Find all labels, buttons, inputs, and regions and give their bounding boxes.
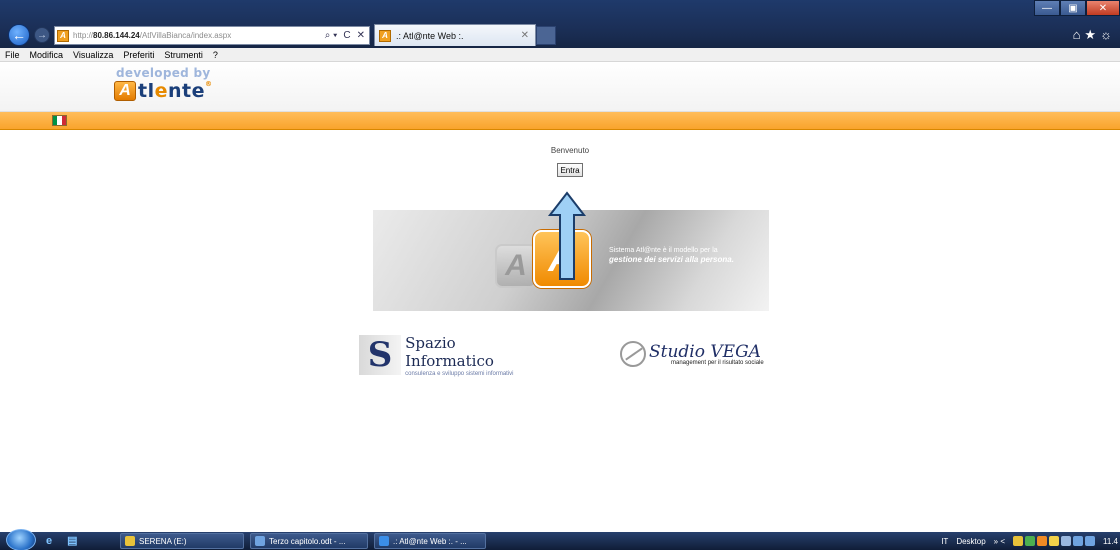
spazio-name: Spazio Informatico [405, 333, 494, 370]
address-bar[interactable]: A http://80.86.144.24/AtlVillaBianca/ind… [54, 26, 370, 45]
system-tray: IT Desktop » < 11.4 [941, 532, 1120, 550]
url-prefix: http:// [73, 31, 94, 40]
document-icon [255, 536, 265, 546]
tab-favicon-icon: A [379, 29, 391, 42]
enter-button[interactable]: Entra [557, 163, 583, 177]
spazio-informatico-logo[interactable]: S Spazio Informatico consulenza e svilup… [359, 333, 537, 377]
new-tab-button[interactable] [536, 26, 556, 45]
main-content: Benvenuto Entra A A Sistema Atl@nte è il… [0, 131, 1120, 532]
italian-flag-icon[interactable] [52, 115, 67, 126]
studio-vega-logo[interactable]: Studio VEGA management per il risultato … [620, 339, 786, 369]
search-dropdown-icon[interactable]: ⌕ ▾ [325, 30, 338, 41]
developed-by-text: developed by [116, 66, 211, 80]
start-button[interactable] [6, 529, 36, 550]
banner-caption: Sistema Atl@nte è il modello per la gest… [609, 246, 769, 265]
atlante-logo: A tlente® [114, 80, 213, 102]
forward-button[interactable]: → [34, 27, 50, 43]
clock: 11.4 [1103, 536, 1118, 546]
close-window-button[interactable]: ✕ [1086, 0, 1120, 16]
banner-line1: Sistema Atl@nte è il modello per la [609, 247, 718, 254]
banner-logo-back-icon: A [495, 244, 537, 288]
vega-tagline: management per il risultato sociale [671, 360, 764, 366]
taskbar-item-terzo-capitolo[interactable]: Terzo capitolo.odt - ... [250, 533, 368, 549]
quick-launch-icons[interactable]: e ▤ [46, 534, 84, 547]
tab-title: .: Atl@nte Web :. [396, 30, 464, 41]
menu-file[interactable]: File [0, 50, 25, 60]
tab-atlante-web[interactable]: A .: Atl@nte Web :. ✕ [374, 24, 536, 46]
welcome-text: Benvenuto [550, 146, 590, 155]
banner-line2: gestione dei servizi alla persona. [609, 255, 734, 264]
spazio-s-icon: S [359, 335, 402, 375]
url-host: 80.86.144.24 [93, 31, 140, 40]
home-favorites-tools-icons[interactable]: ⌂★☼ [1073, 27, 1116, 43]
taskbar-item-atlante-web[interactable]: .: Atl@nte Web :. - ... [374, 533, 486, 549]
refresh-icon[interactable]: C [343, 30, 350, 41]
stop-icon[interactable]: ✕ [357, 30, 365, 41]
maximize-button[interactable]: ▣ [1060, 0, 1086, 16]
taskbar-item-serena[interactable]: SERENA (E:) [120, 533, 244, 549]
language-bar [0, 112, 1120, 130]
url-path: /AtlVillaBianca/index.aspx [139, 31, 232, 40]
menu-help[interactable]: ? [208, 50, 223, 60]
tray-icons[interactable] [1013, 536, 1096, 546]
spazio-tagline: consulenza e sviluppo sistemi informativ… [405, 370, 514, 377]
tray-chevrons[interactable]: » < [994, 537, 1005, 546]
menu-preferiti[interactable]: Preferiti [118, 50, 159, 60]
language-indicator[interactable]: IT [941, 537, 948, 546]
ie-icon [379, 536, 389, 546]
menu-visualizza[interactable]: Visualizza [68, 50, 118, 60]
menu-bar: File Modifica Visualizza Preferiti Strum… [0, 48, 1120, 62]
drive-icon [125, 536, 135, 546]
desktop-toolbar[interactable]: Desktop [956, 537, 985, 546]
logo-a-icon: A [114, 81, 136, 101]
back-button[interactable]: ← [8, 24, 30, 46]
vega-name: Studio VEGA [649, 342, 761, 362]
logo-wordmark: tlente® [138, 80, 213, 102]
vega-circle-icon [620, 341, 646, 367]
window-controls: — ▣ ✕ [1034, 0, 1120, 16]
browser-titlebar: ← → A http://80.86.144.24/AtlVillaBianca… [0, 0, 1120, 48]
up-arrow-annotation-icon [547, 191, 587, 280]
menu-modifica[interactable]: Modifica [25, 50, 69, 60]
minimize-button[interactable]: — [1034, 0, 1060, 16]
menu-strumenti[interactable]: Strumenti [159, 50, 208, 60]
page-header: developed by A tlente® [0, 62, 1120, 112]
site-favicon-icon: A [57, 29, 69, 42]
windows-taskbar: e ▤ SERENA (E:) Terzo capitolo.odt - ...… [0, 529, 1120, 550]
address-tools[interactable]: ⌕ ▾ C ✕ [325, 30, 369, 41]
tab-close-icon[interactable]: ✕ [521, 30, 529, 41]
